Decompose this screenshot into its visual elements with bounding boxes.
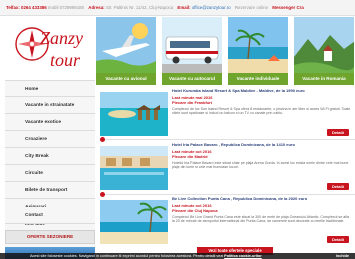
offer-description: Hotelul Iria Palace Bavaro este situat c… <box>172 161 349 170</box>
offer-card: Hotel Kurumba Island Resort & Spa Maldiv… <box>100 88 355 136</box>
site-logo[interactable]: Zanzy tour <box>10 20 86 74</box>
offer-departure: Plecare din Cluj Napoca <box>172 208 218 213</box>
offer-title[interactable]: Be Live Collection Punta Cana , Republic… <box>172 196 352 201</box>
mobile-number: mobil 0729999180 <box>47 5 85 10</box>
cookie-close-button[interactable]: Inchide <box>336 253 349 259</box>
offer-card: Be Live Collection Punta Cana , Republic… <box>100 196 355 244</box>
offer-thumbnail[interactable] <box>100 92 168 136</box>
tile-caption: Vacante in Romania <box>294 73 354 85</box>
offer-separator <box>100 137 355 142</box>
offer-thumbnail[interactable] <box>100 200 168 244</box>
offer-thumbnail[interactable] <box>100 146 168 190</box>
offer-title[interactable]: Hotel Iria Palace Bavaro , Republica Dom… <box>172 142 352 147</box>
online-booking-text: Rezervare online <box>234 5 269 10</box>
offer-description: Complexul Be Live Grand Punta Cana este … <box>172 215 349 224</box>
phone-label: Telfax: 0264 433386 <box>6 5 47 10</box>
messenger-cut-text: Cra <box>296 5 304 10</box>
offer-separator <box>100 192 355 197</box>
email-label: Email: <box>177 5 191 10</box>
category-tiles: Vacante cu avionul Vacante cu autocarul … <box>96 17 355 85</box>
cookie-policy-link[interactable]: Politica cookie-urilor <box>224 254 262 258</box>
sidebar-menu: Home Vacante in strainatate Vacante exot… <box>5 80 95 259</box>
offer-details-button[interactable]: Detalii <box>327 183 349 190</box>
sidebar-item-bilete-transport[interactable]: Bilete de transport <box>5 182 95 199</box>
cookie-text: Acest site foloseste cookies. Navigand i… <box>30 254 224 258</box>
offer-title[interactable]: Hotel Kurumba Island Resort & Spa Maldiv… <box>172 88 352 93</box>
tile-caption: Vacante cu avionul <box>96 73 156 85</box>
offer-details-button[interactable]: Detalii <box>327 236 349 243</box>
offer-departure: Plecare din Madrid <box>172 154 208 159</box>
sidebar-item-home[interactable]: Home <box>5 80 95 97</box>
seasonal-offers-button[interactable]: OFERTE SEZONIERE <box>5 230 95 244</box>
tile-caption: Vacante cu autocarul <box>162 73 222 85</box>
punta-cana-image <box>100 200 168 244</box>
offer-description: Complexul de lux Sun Island Resort & Spa… <box>172 107 351 116</box>
top-contact-bar: Telfax: 0264 433386 mobil 0729999180 Adr… <box>0 0 355 16</box>
tile-caption: Vacante individuale <box>228 73 288 85</box>
sidebar-item-city-break[interactable]: City Break <box>5 148 95 165</box>
logo-word-2: tour <box>50 50 81 70</box>
offer-card: Hotel Iria Palace Bavaro , Republica Dom… <box>100 142 355 190</box>
tile-romania[interactable]: Vacante in Romania <box>294 17 354 85</box>
messenger-label[interactable]: Messenger <box>272 5 295 10</box>
sidebar-item-vacante-exotice[interactable]: Vacante exotice <box>5 114 95 131</box>
offer-details-button[interactable]: Detalii <box>327 129 349 136</box>
logo-word-1: Zanzy <box>40 28 84 48</box>
email-link[interactable]: office@zanzytour.ro <box>192 5 231 10</box>
sidebar-item-vacante-strainatate[interactable]: Vacante in strainatate <box>5 97 95 114</box>
resort-pool-image <box>100 146 168 190</box>
tile-bus[interactable]: Vacante cu autocarul <box>162 17 222 85</box>
offer-departure: Plecare din Frankfurt <box>172 100 213 105</box>
address-text: Str. Paltinis Nr. 11/42, Cluj-Napoca <box>105 5 174 10</box>
address-label: Adresa: <box>88 5 105 10</box>
sidebar-item-croaziere[interactable]: Croaziere <box>5 131 95 148</box>
cookie-banner: Acest site foloseste cookies. Navigand i… <box>0 253 355 259</box>
sidebar-item-circuite[interactable]: Circuite <box>5 165 95 182</box>
maldives-image <box>100 92 168 136</box>
sidebar-item-contact[interactable]: Contact <box>5 207 95 224</box>
tile-individual[interactable]: Vacante individuale <box>228 17 288 85</box>
tile-flight[interactable]: Vacante cu avionul <box>96 17 156 85</box>
